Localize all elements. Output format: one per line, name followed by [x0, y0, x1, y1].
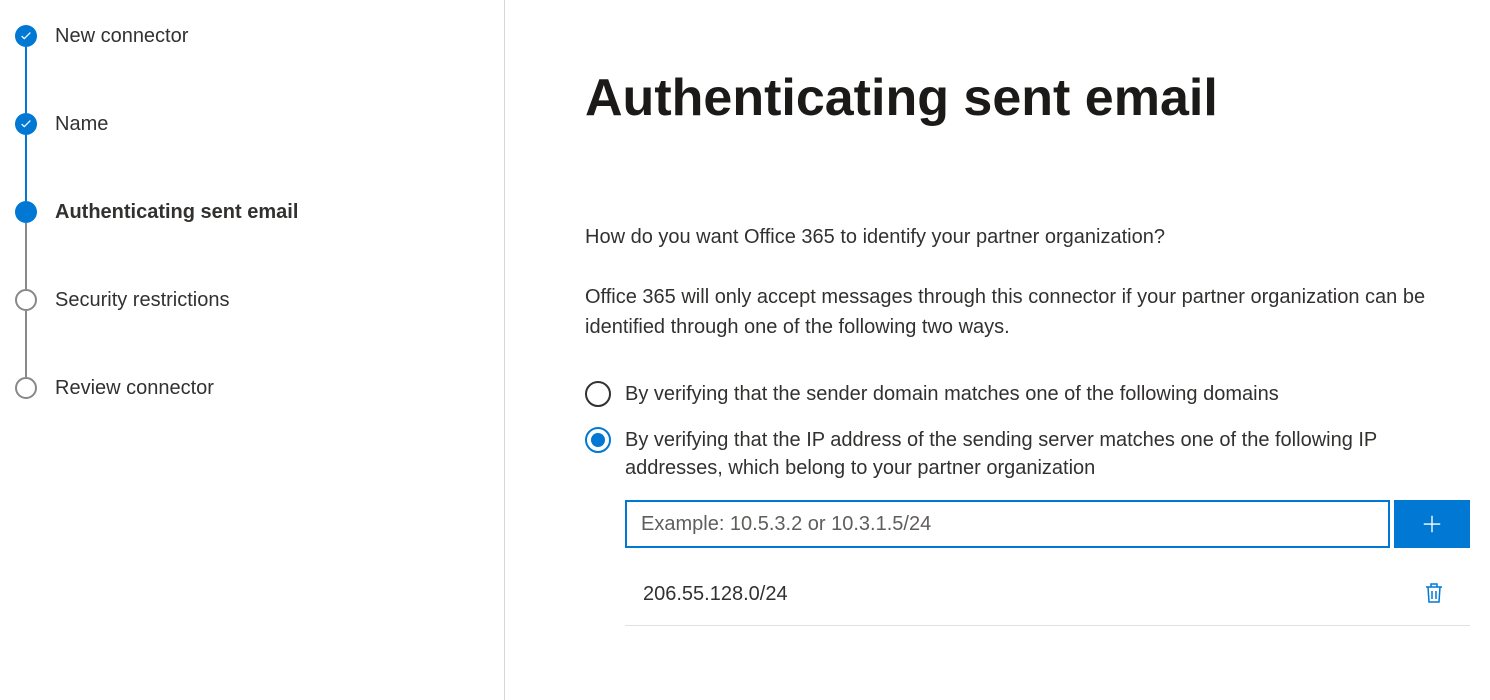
ip-address-input[interactable] — [625, 500, 1390, 548]
step-label: Name — [55, 113, 108, 135]
step-label: Review connector — [55, 377, 214, 399]
question-text: How do you want Office 365 to identify y… — [585, 222, 1470, 252]
description-text: Office 365 will only accept messages thr… — [585, 282, 1470, 342]
check-icon — [15, 113, 37, 135]
ip-value: 206.55.128.0/24 — [643, 583, 788, 606]
add-ip-button[interactable] — [1394, 500, 1470, 548]
step-new-connector[interactable]: New connector — [15, 25, 494, 113]
step-connector — [25, 135, 27, 201]
upcoming-step-icon — [15, 377, 37, 399]
upcoming-step-icon — [15, 289, 37, 311]
auth-method-radio-group: By verifying that the sender domain matc… — [585, 380, 1470, 482]
step-name[interactable]: Name — [15, 113, 494, 201]
radio-option-domain[interactable]: By verifying that the sender domain matc… — [585, 380, 1470, 408]
radio-icon — [585, 427, 611, 453]
ip-address-list: 206.55.128.0/24 — [625, 568, 1470, 626]
delete-ip-button[interactable] — [1420, 578, 1448, 611]
ip-list-item: 206.55.128.0/24 — [625, 568, 1470, 626]
ip-input-row — [625, 500, 1470, 548]
step-connector — [25, 223, 27, 289]
radio-label: By verifying that the IP address of the … — [625, 426, 1470, 482]
radio-option-ip[interactable]: By verifying that the IP address of the … — [585, 426, 1470, 482]
trash-icon — [1424, 582, 1444, 604]
step-connector — [25, 311, 27, 377]
radio-selected-dot — [591, 433, 605, 447]
wizard-steps-sidebar: New connector Name Authenticating sent e… — [0, 0, 505, 700]
step-security-restrictions[interactable]: Security restrictions — [15, 289, 494, 377]
step-label: Security restrictions — [55, 289, 230, 311]
radio-icon — [585, 381, 611, 407]
check-icon — [15, 25, 37, 47]
step-label: Authenticating sent email — [55, 201, 298, 223]
current-step-icon — [15, 201, 37, 223]
radio-label: By verifying that the sender domain matc… — [625, 380, 1279, 408]
step-connector — [25, 47, 27, 113]
main-content: Authenticating sent email How do you wan… — [505, 0, 1490, 700]
step-label: New connector — [55, 25, 188, 47]
page-title: Authenticating sent email — [585, 70, 1470, 127]
plus-icon — [1421, 513, 1443, 535]
step-authenticating-sent-email[interactable]: Authenticating sent email — [15, 201, 494, 289]
step-list: New connector Name Authenticating sent e… — [15, 25, 494, 399]
step-review-connector[interactable]: Review connector — [15, 377, 494, 399]
